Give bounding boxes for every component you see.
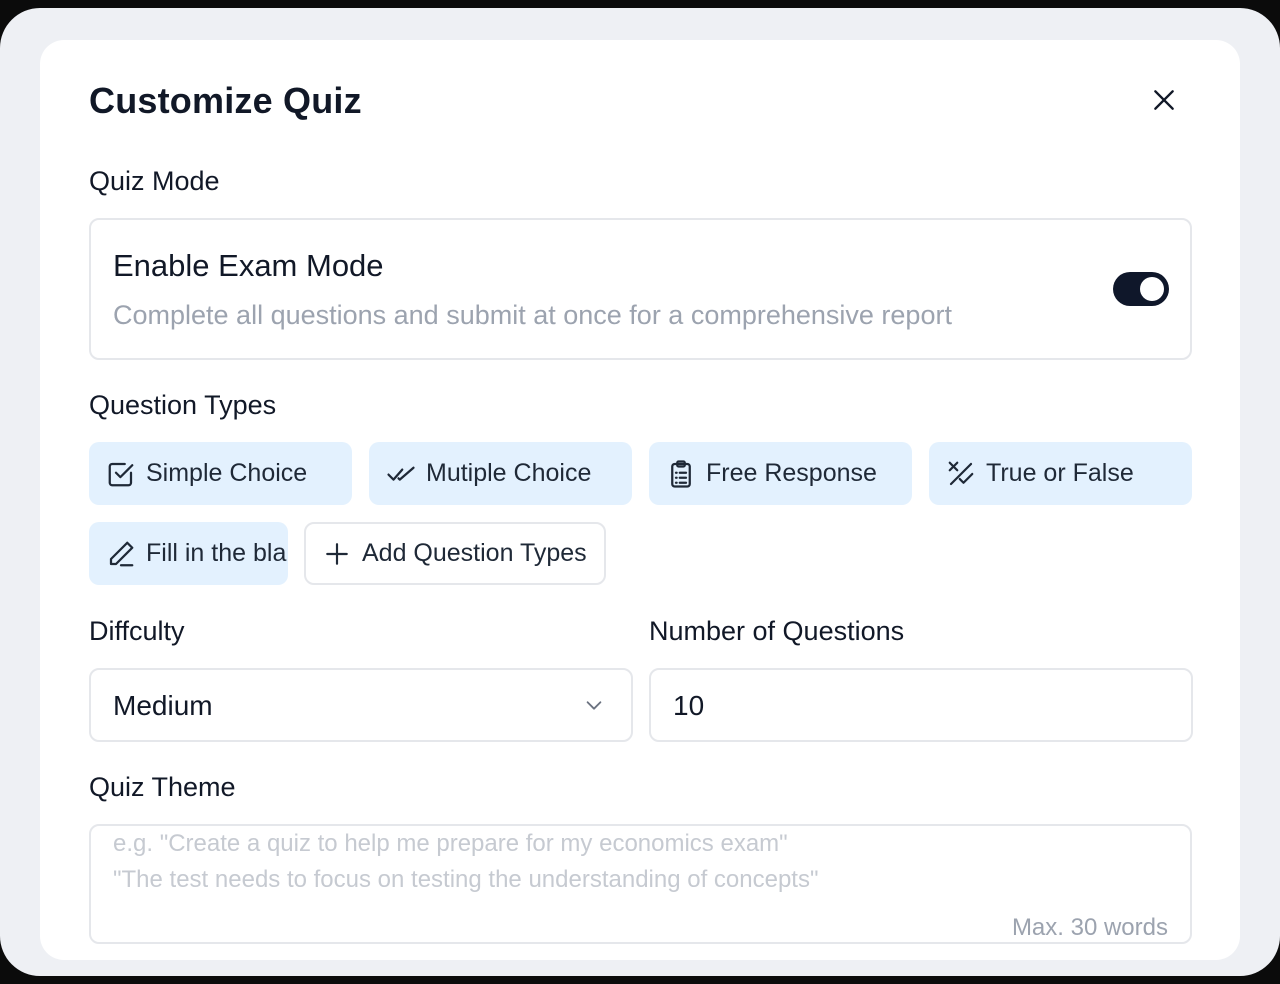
clipboard-list-icon xyxy=(671,459,691,488)
quiz-theme-placeholder: e.g. "Create a quiz to help me prepare f… xyxy=(113,826,819,898)
question-type-multiple-choice[interactable]: Mutiple Choice xyxy=(369,442,632,505)
chevron-down-icon xyxy=(586,701,602,710)
quiz-theme-label: Quiz Theme xyxy=(89,772,236,802)
word-limit-counter: Max. 30 words xyxy=(1011,914,1168,941)
difficulty-value: Medium xyxy=(113,690,213,721)
quiz-mode-label: Quiz Mode xyxy=(89,166,220,196)
close-icon xyxy=(1154,90,1174,110)
number-of-questions-value: 10 xyxy=(673,690,705,721)
question-type-label: Fill in the blank xyxy=(146,539,288,567)
double-check-icon xyxy=(387,466,415,481)
number-of-questions-label: Number of Questions xyxy=(649,616,905,646)
app-frame: Customize Quiz Quiz Mode Enable Exam Mod… xyxy=(0,8,1280,976)
question-type-simple-choice[interactable]: Simple Choice xyxy=(89,442,352,505)
question-type-label: Simple Choice xyxy=(146,459,308,487)
question-type-free-response[interactable]: Free Response xyxy=(649,442,912,505)
question-type-label: Free Response xyxy=(706,459,877,487)
customize-quiz-dialog: Customize Quiz Quiz Mode Enable Exam Mod… xyxy=(40,40,1240,960)
plus-icon xyxy=(326,542,348,565)
add-question-types-button[interactable]: Add Question Types xyxy=(304,522,606,585)
exam-mode-card: Enable Exam Mode Complete all questions … xyxy=(89,218,1192,360)
difficulty-label: Diffculty xyxy=(89,616,185,646)
question-types-label: Question Types xyxy=(89,390,277,420)
dialog-title: Customize Quiz xyxy=(89,80,362,121)
close-button[interactable] xyxy=(1148,84,1180,116)
question-type-true-or-false[interactable]: True or False xyxy=(929,442,1192,505)
pencil-icon xyxy=(109,541,134,566)
number-of-questions-input[interactable]: 10 xyxy=(649,668,1193,742)
exam-mode-title: Enable Exam Mode xyxy=(113,248,384,283)
exam-mode-description: Complete all questions and submit at onc… xyxy=(113,300,952,330)
difficulty-select[interactable]: Medium xyxy=(89,668,633,742)
placeholder-line: "The test needs to focus on testing the … xyxy=(113,866,819,893)
placeholder-line: e.g. "Create a quiz to help me prepare f… xyxy=(113,830,788,857)
toggle-knob xyxy=(1140,277,1164,301)
add-question-types-label: Add Question Types xyxy=(362,539,587,567)
check-x-icon xyxy=(948,461,974,485)
question-type-label: True or False xyxy=(986,459,1134,487)
checkbox-icon xyxy=(108,462,134,486)
question-type-fill-in-the-blank[interactable]: Fill in the blank xyxy=(89,522,288,585)
quiz-theme-textarea[interactable]: e.g. "Create a quiz to help me prepare f… xyxy=(89,824,1192,944)
question-type-label: Mutiple Choice xyxy=(426,459,592,487)
exam-mode-toggle[interactable] xyxy=(1113,272,1169,306)
